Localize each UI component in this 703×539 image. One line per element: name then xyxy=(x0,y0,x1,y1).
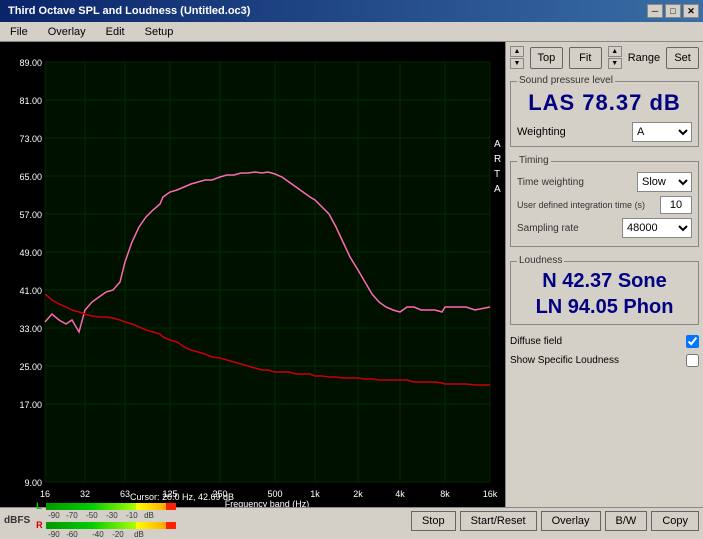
specific-loudness-label: Show Specific Loudness xyxy=(510,355,619,366)
bw-button[interactable]: B/W xyxy=(605,511,648,531)
svg-text:16: 16 xyxy=(40,489,50,499)
specific-loudness-row: Show Specific Loudness xyxy=(510,354,699,367)
specific-loudness-checkbox[interactable] xyxy=(686,354,699,367)
svg-text:2k: 2k xyxy=(353,489,363,499)
svg-text:R: R xyxy=(494,154,501,165)
diffuse-field-checkbox[interactable] xyxy=(686,335,699,348)
time-weighting-select[interactable]: Fast Slow Impulse xyxy=(637,172,692,192)
top-up-arrow[interactable]: ▲ xyxy=(510,46,524,57)
close-button[interactable]: ✕ xyxy=(683,4,699,18)
maximize-button[interactable]: □ xyxy=(665,4,681,18)
weighting-row: Weighting A B C Z xyxy=(517,122,692,142)
svg-text:8k: 8k xyxy=(440,489,450,499)
fit-button[interactable]: Fit xyxy=(569,47,602,69)
top-arrow-group: ▲ ▼ xyxy=(510,46,524,69)
copy-button[interactable]: Copy xyxy=(651,511,699,531)
range-arrow-group: ▲ ▼ xyxy=(608,46,622,69)
svg-text:25.00: 25.00 xyxy=(19,362,42,372)
main-layout: dB Third octave SPL xyxy=(0,42,703,533)
meter-l-row: L xyxy=(36,502,176,510)
svg-text:89.00: 89.00 xyxy=(19,58,42,68)
minimize-button[interactable]: ─ xyxy=(647,4,663,18)
spl-value: LAS 78.37 dB xyxy=(517,90,692,116)
svg-text:T: T xyxy=(494,169,500,180)
svg-text:32: 32 xyxy=(80,489,90,499)
svg-text:17.00: 17.00 xyxy=(19,400,42,410)
overlay-button[interactable]: Overlay xyxy=(541,511,601,531)
title-bar: Third Octave SPL and Loudness (Untitled.… xyxy=(0,0,703,22)
menu-setup[interactable]: Setup xyxy=(139,24,180,40)
time-weighting-label: Time weighting xyxy=(517,177,637,188)
level-meters: L -90 -70 -50 -30 -10 dB R -90 -60 xyxy=(36,502,176,539)
loudness-phon: LN 94.05 Phon xyxy=(517,294,692,320)
integration-label: User defined integration time (s) xyxy=(517,200,660,211)
stop-button[interactable]: Stop xyxy=(411,511,456,531)
svg-text:57.00: 57.00 xyxy=(19,210,42,220)
top-button[interactable]: Top xyxy=(530,47,563,69)
weighting-label: Weighting xyxy=(517,126,566,138)
start-reset-button[interactable]: Start/Reset xyxy=(460,511,537,531)
bottom-bar: dBFS L -90 -70 -50 -30 -10 dB R xyxy=(0,507,703,533)
timing-group: Timing Time weighting Fast Slow Impulse … xyxy=(510,161,699,247)
chart-svg: 89.00 81.00 73.00 65.00 57.00 49.00 41.0… xyxy=(0,42,505,507)
time-weighting-row: Time weighting Fast Slow Impulse xyxy=(517,172,692,192)
svg-text:Frequency band (Hz): Frequency band (Hz) xyxy=(225,499,310,507)
chart-area: dB Third octave SPL xyxy=(0,42,505,533)
loudness-value: N 42.37 Sone LN 94.05 Phon xyxy=(517,268,692,320)
dbfs-label: dBFS xyxy=(4,515,30,526)
range-down-arrow[interactable]: ▼ xyxy=(608,58,622,69)
range-up-arrow[interactable]: ▲ xyxy=(608,46,622,57)
svg-text:73.00: 73.00 xyxy=(19,134,42,144)
menu-edit[interactable]: Edit xyxy=(100,24,131,40)
meter-r-row: R xyxy=(36,521,176,529)
sampling-select[interactable]: 22050 44100 48000 96000 xyxy=(622,218,692,238)
menu-overlay[interactable]: Overlay xyxy=(42,24,92,40)
top-controls: ▲ ▼ Top Fit ▲ ▼ Range Set xyxy=(510,46,699,69)
loudness-group: Loudness N 42.37 Sone LN 94.05 Phon xyxy=(510,261,699,325)
menu-file[interactable]: File xyxy=(4,24,34,40)
svg-text:4k: 4k xyxy=(395,489,405,499)
sampling-label: Sampling rate xyxy=(517,223,622,234)
set-button[interactable]: Set xyxy=(666,47,699,69)
svg-text:A: A xyxy=(494,184,501,195)
timing-group-title: Timing xyxy=(517,155,551,166)
right-panel: ▲ ▼ Top Fit ▲ ▼ Range Set Sound pressure… xyxy=(505,42,703,533)
range-label: Range xyxy=(628,52,660,64)
svg-text:9.00: 9.00 xyxy=(24,478,42,488)
svg-text:Cursor: 20.0 Hz, 42.69 dB: Cursor: 20.0 Hz, 42.69 dB xyxy=(130,492,234,502)
spl-group-title: Sound pressure level xyxy=(517,75,615,86)
integration-input[interactable] xyxy=(660,196,692,214)
menu-bar: File Overlay Edit Setup xyxy=(0,22,703,42)
svg-text:49.00: 49.00 xyxy=(19,248,42,258)
meter-r-label: R xyxy=(36,520,44,530)
diffuse-field-label: Diffuse field xyxy=(510,336,562,347)
meter-r-bar xyxy=(46,522,176,529)
svg-text:1k: 1k xyxy=(310,489,320,499)
title-bar-buttons: ─ □ ✕ xyxy=(647,4,699,18)
diffuse-field-row: Diffuse field xyxy=(510,335,699,348)
svg-text:81.00: 81.00 xyxy=(19,96,42,106)
svg-text:41.00: 41.00 xyxy=(19,286,42,296)
sampling-row: Sampling rate 22050 44100 48000 96000 xyxy=(517,218,692,238)
svg-text:500: 500 xyxy=(267,489,282,499)
weighting-select[interactable]: A B C Z xyxy=(632,122,692,142)
meter-l-bar xyxy=(46,503,176,510)
integration-row: User defined integration time (s) xyxy=(517,196,692,214)
loudness-group-title: Loudness xyxy=(517,255,564,266)
spl-group: Sound pressure level LAS 78.37 dB Weight… xyxy=(510,81,699,147)
top-down-arrow[interactable]: ▼ xyxy=(510,58,524,69)
svg-text:A: A xyxy=(494,139,501,150)
window-title: Third Octave SPL and Loudness (Untitled.… xyxy=(8,5,250,17)
loudness-sone: N 42.37 Sone xyxy=(517,268,692,294)
svg-text:16k: 16k xyxy=(483,489,498,499)
svg-text:63: 63 xyxy=(120,489,130,499)
svg-text:33.00: 33.00 xyxy=(19,324,42,334)
svg-text:65.00: 65.00 xyxy=(19,172,42,182)
meter-l-label: L xyxy=(36,501,44,511)
